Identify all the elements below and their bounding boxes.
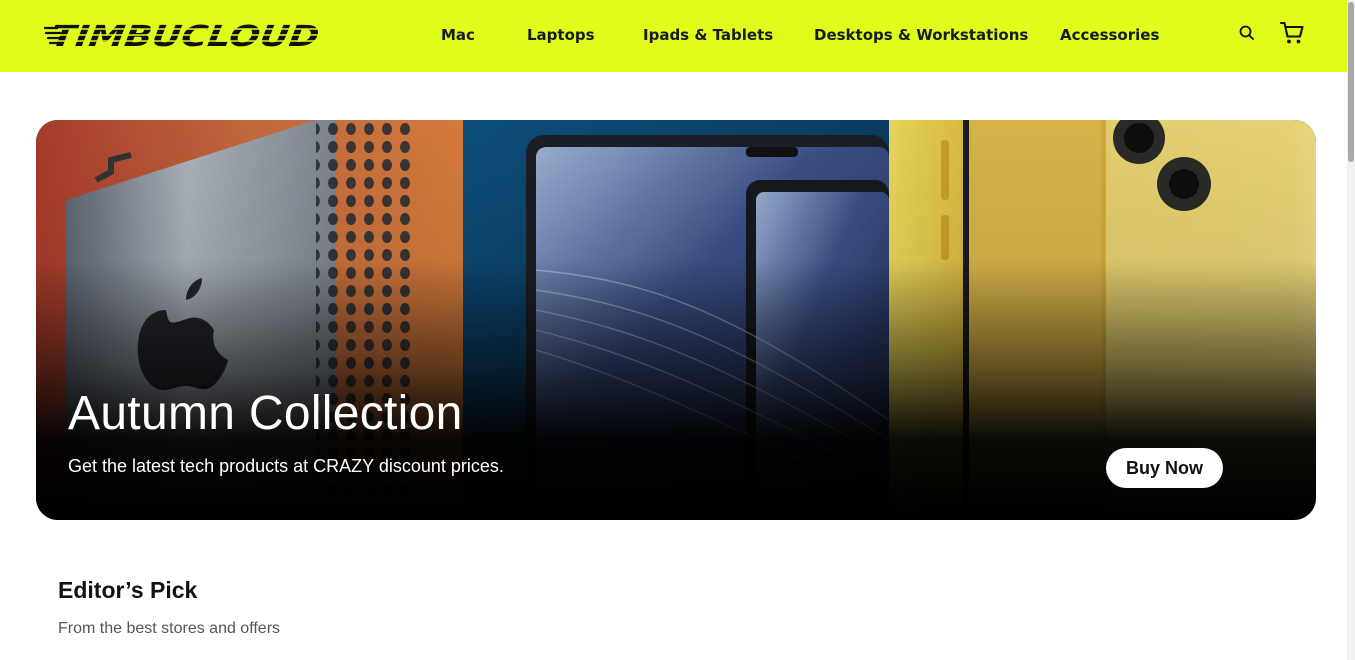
buy-now-button[interactable]: Buy Now: [1106, 448, 1223, 488]
editors-pick-title: Editor’s Pick: [58, 577, 198, 603]
nav-item-mac[interactable]: Mac: [441, 24, 475, 46]
page-scrollbar[interactable]: [1347, 0, 1355, 660]
scrollbar-thumb[interactable]: [1348, 2, 1354, 162]
brand-logo[interactable]: TIMBUCLOUD: [44, 16, 326, 52]
nav-item-desktops-workstations[interactable]: Desktops & Workstations: [814, 24, 1028, 46]
nav-item-ipads-tablets[interactable]: Ipads & Tablets: [643, 24, 773, 46]
search-icon[interactable]: [1238, 24, 1256, 46]
cart-icon[interactable]: [1279, 20, 1305, 50]
nav-item-accessories[interactable]: Accessories: [1060, 24, 1159, 46]
site-header: TIMBUCLOUD Mac Laptops Ipads & Tablets D…: [0, 0, 1355, 72]
nav-item-laptops[interactable]: Laptops: [527, 24, 595, 46]
hero-banner: Autumn Collection Get the latest tech pr…: [36, 120, 1316, 520]
hero-title: Autumn Collection: [68, 387, 463, 440]
editors-pick-subtitle: From the best stores and offers: [58, 620, 281, 637]
hero-subtitle: Get the latest tech products at CRAZY di…: [68, 456, 504, 476]
